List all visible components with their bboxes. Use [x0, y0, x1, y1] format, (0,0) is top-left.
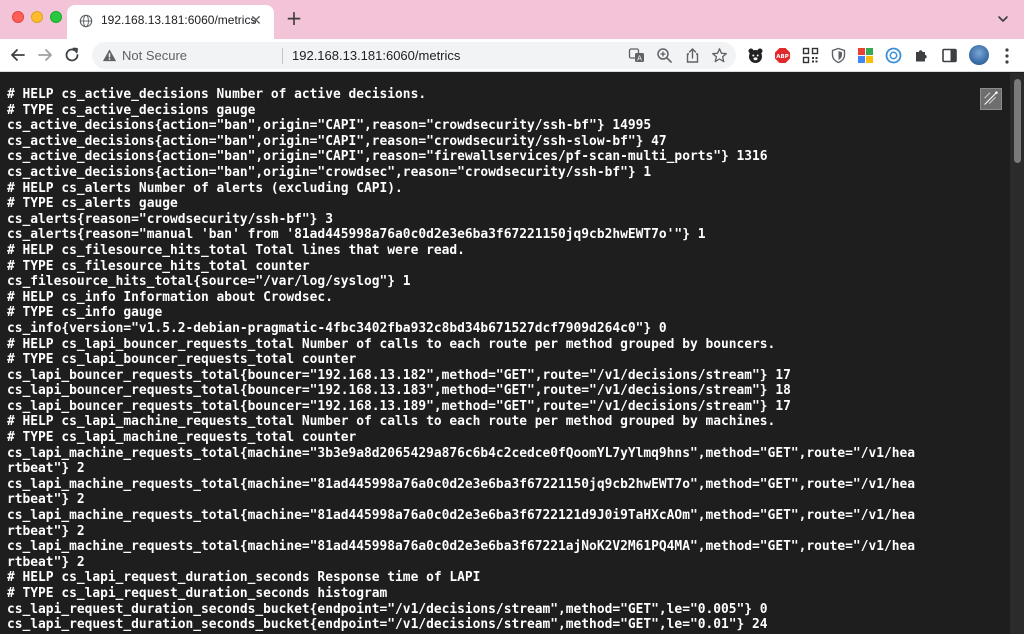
arrow-left-icon [11, 49, 25, 61]
metrics-line: # HELP cs_lapi_machine_requests_total Nu… [7, 414, 776, 430]
metrics-line: # HELP cs_alerts Number of alerts (exclu… [7, 180, 403, 196]
new-tab-button[interactable]: + [284, 8, 304, 28]
metrics-line: cs_alerts{reason="crowdsecurity/ssh-bf"}… [7, 211, 333, 227]
metrics-line: # HELP cs_lapi_bouncer_requests_total Nu… [7, 336, 776, 352]
metrics-line: rtbeat"} 2 [7, 461, 85, 477]
metrics-line: # HELP cs_active_decisions Number of act… [7, 87, 427, 102]
metrics-line: # TYPE cs_lapi_bouncer_requests_total co… [7, 352, 357, 368]
metrics-line: cs_active_decisions{action="ban",origin=… [7, 133, 667, 149]
metrics-line: cs_lapi_bouncer_requests_total{bouncer="… [7, 398, 791, 414]
minimize-window-button[interactable] [31, 11, 43, 23]
metrics-line: cs_lapi_request_duration_seconds_bucket{… [7, 601, 768, 617]
metrics-line: # TYPE cs_alerts gauge [7, 196, 178, 212]
divider [282, 48, 283, 64]
svg-text:ABP: ABP [776, 54, 788, 60]
metrics-line: cs_lapi_machine_requests_total{machine="… [7, 445, 916, 461]
metrics-line: cs_lapi_machine_requests_total{machine="… [7, 476, 916, 492]
tab-strip: 192.168.13.181:6060/metrics ✕ + [0, 0, 1024, 39]
warning-triangle-icon[interactable] [102, 48, 117, 63]
translate-icon[interactable]: A [628, 47, 645, 64]
adblock-plus-icon[interactable]: ABP [774, 47, 791, 64]
puzzle-extensions-icon[interactable] [913, 47, 930, 64]
metrics-line: rtbeat"} 2 [7, 492, 85, 508]
metrics-line: cs_alerts{reason="manual 'ban' from '81a… [7, 227, 706, 243]
color-tiles-extension-icon[interactable] [857, 47, 874, 64]
close-window-button[interactable] [12, 11, 24, 23]
metrics-text: # HELP cs_active_decisions Number of act… [7, 87, 915, 633]
active-tab[interactable]: 192.168.13.181:6060/metrics ✕ [67, 5, 274, 39]
metrics-page: # HELP cs_active_decisions Number of act… [0, 73, 1010, 634]
back-button[interactable] [8, 45, 28, 65]
url-text[interactable]: 192.168.13.181:6060/metrics [292, 48, 460, 63]
svg-text:A: A [637, 55, 642, 63]
bookmark-star-icon[interactable] [711, 47, 728, 64]
reload-icon [65, 47, 79, 62]
metrics-line: cs_info{version="v1.5.2-debian-pragmatic… [7, 320, 667, 336]
security-status-label[interactable]: Not Secure [122, 48, 187, 63]
chevron-down-icon[interactable] [996, 12, 1010, 26]
metrics-line: # TYPE cs_lapi_request_duration_seconds … [7, 586, 388, 601]
share-icon[interactable] [684, 47, 701, 64]
address-bar[interactable]: Not Secure 192.168.13.181:6060/metrics A [92, 42, 736, 69]
metrics-line: # HELP cs_info Information about Crowdse… [7, 289, 333, 305]
metrics-line: cs_filesource_hits_total{source="/var/lo… [7, 274, 411, 290]
browser-toolbar: Not Secure 192.168.13.181:6060/metrics A [0, 39, 1024, 72]
metrics-line: # TYPE cs_filesource_hits_total counter [7, 258, 310, 274]
metrics-line: cs_lapi_request_duration_seconds_bucket{… [7, 617, 768, 633]
metrics-line: cs_lapi_bouncer_requests_total{bouncer="… [7, 367, 791, 383]
metrics-line: cs_active_decisions{action="ban",origin=… [7, 164, 652, 180]
side-panel-icon[interactable] [941, 47, 958, 64]
broken-image-icon[interactable] [980, 88, 1002, 110]
qr-code-icon[interactable] [802, 47, 819, 64]
shield-icon[interactable] [830, 47, 847, 64]
metrics-line: rtbeat"} 2 [7, 554, 85, 570]
metrics-line: # TYPE cs_info gauge [7, 305, 163, 321]
metrics-line: # TYPE cs_active_decisions gauge [7, 102, 256, 118]
more-options-icon[interactable] [1000, 47, 1014, 65]
bear-extension-icon[interactable] [747, 47, 764, 64]
arrow-right-icon [38, 49, 52, 61]
maximize-window-button[interactable] [50, 11, 62, 23]
metrics-line: rtbeat"} 2 [7, 523, 85, 539]
forward-button[interactable] [35, 45, 55, 65]
close-icon[interactable]: ✕ [248, 13, 264, 29]
zoom-icon[interactable] [656, 47, 673, 64]
globe-icon [79, 14, 93, 28]
metrics-line: cs_active_decisions{action="ban",origin=… [7, 149, 768, 165]
reload-button[interactable] [62, 45, 82, 65]
metrics-line: # TYPE cs_lapi_machine_requests_total co… [7, 430, 357, 446]
metrics-line: # HELP cs_lapi_request_duration_seconds … [7, 570, 481, 586]
metrics-line: cs_lapi_machine_requests_total{machine="… [7, 539, 916, 555]
metrics-line: # HELP cs_filesource_hits_total Total li… [7, 242, 465, 258]
tab-title: 192.168.13.181:6060/metrics [101, 13, 257, 27]
metrics-line: cs_lapi_machine_requests_total{machine="… [7, 508, 916, 524]
circle-extension-icon[interactable] [885, 47, 902, 64]
metrics-line: cs_active_decisions{action="ban",origin=… [7, 118, 652, 134]
scrollbar-thumb[interactable] [1014, 79, 1021, 163]
metrics-line: cs_lapi_bouncer_requests_total{bouncer="… [7, 383, 791, 399]
vertical-scrollbar[interactable] [1010, 73, 1024, 634]
profile-avatar[interactable] [969, 45, 989, 65]
